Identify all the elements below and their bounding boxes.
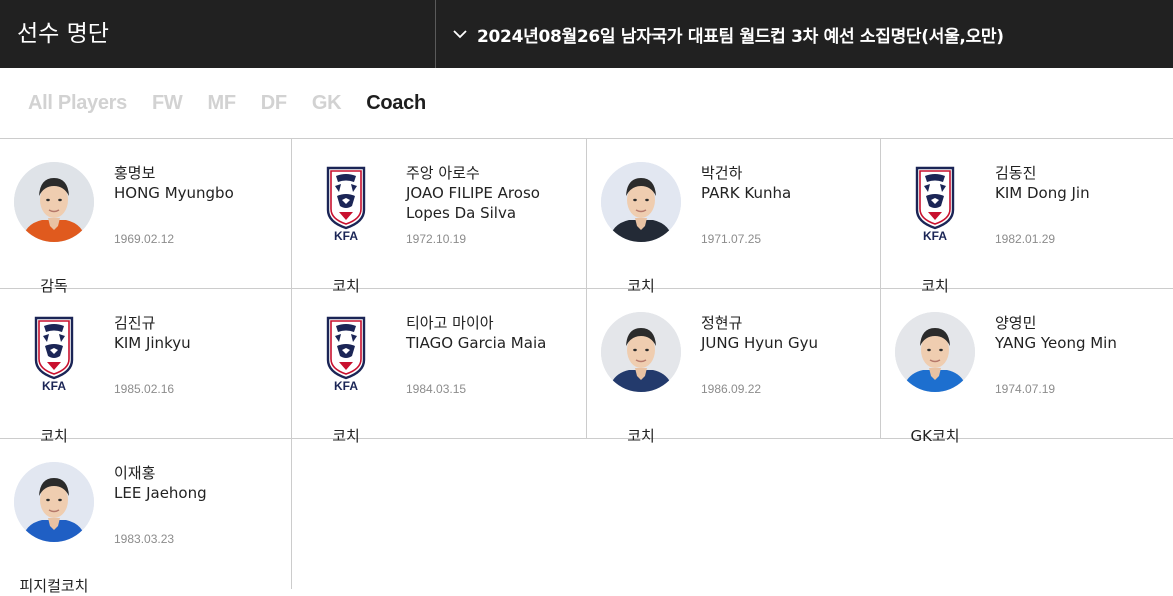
staff-birthdate: 1984.03.15 (406, 382, 467, 396)
tab-fw[interactable]: FW (152, 92, 183, 115)
staff-name-korean: 양영민 (995, 314, 1037, 332)
page-title: 선수 명단 (0, 0, 436, 68)
staff-name-english: LEE Jaehong (114, 484, 207, 502)
kfa-label: KFA (334, 379, 358, 392)
staff-birthdate: 1986.09.22 (701, 382, 762, 396)
kfa-label: KFA (42, 379, 66, 392)
staff-card[interactable]: 코치 정현규 JUNG Hyun Gyu 1986.09.22 (587, 289, 881, 445)
staff-birthdate: 1985.02.16 (114, 382, 175, 396)
photo-column: GK코치 (895, 312, 975, 445)
staff-info: 홍명보 HONG Myungbo (114, 163, 284, 203)
staff-name-korean: 박건하 (701, 164, 743, 182)
staff-name-english: KIM Dong Jin (995, 184, 1090, 202)
kfa-label: KFA (923, 229, 947, 242)
photo-column: 감독 (14, 162, 94, 295)
staff-name-english: YANG Yeong Min (995, 334, 1117, 352)
kfa-logo-icon: KFA (326, 166, 366, 243)
staff-role: 피지컬코치 (19, 577, 89, 595)
staff-name-english: HONG Myungbo (114, 184, 234, 202)
photo-column: KFA 코치 (306, 162, 386, 295)
roster-dropdown-label: 2024년08월26일 남자국가 대표팀 월드컵 3차 예선 소집명단(서울,오… (477, 26, 1004, 47)
staff-name-korean: 김진규 (114, 314, 156, 332)
staff-role: 코치 (332, 427, 360, 445)
staff-name-english: KIM Jinkyu (114, 334, 191, 352)
roster-dropdown[interactable]: 2024년08월26일 남자국가 대표팀 월드컵 3차 예선 소집명단(서울,오… (436, 0, 1173, 68)
staff-birthdate: 1969.02.12 (114, 232, 175, 246)
staff-name-english: JOAO FILIPE Aroso Lopes Da Silva (406, 184, 540, 222)
profile-photo (14, 462, 94, 542)
staff-info: 김동진 KIM Dong Jin (995, 163, 1165, 203)
staff-birthdate: 1972.10.19 (406, 232, 467, 246)
staff-card[interactable]: KFA 코치 주앙 아로수 JOAO FILIPE Aroso Lopes Da S… (292, 139, 587, 295)
staff-name-korean: 이재홍 (114, 464, 156, 482)
tab-mf[interactable]: MF (208, 92, 237, 115)
kfa-logo-icon: KFA (34, 316, 74, 393)
tab-gk[interactable]: GK (312, 92, 342, 115)
staff-card[interactable]: KFA 코치 티아고 마이아 TIAGO Garcia Maia 1984.03.15 (292, 289, 587, 445)
staff-name-korean: 주앙 아로수 (406, 164, 480, 182)
staff-birthdate: 1983.03.23 (114, 532, 175, 546)
staff-name-korean: 김동진 (995, 164, 1037, 182)
position-tabs: All Players FW MF DF GK Coach (0, 68, 1173, 139)
staff-card[interactable]: 코치 박건하 PARK Kunha 1971.07.25 (587, 139, 881, 295)
staff-name-korean: 티아고 마이아 (406, 314, 494, 332)
staff-grid: 감독 홍명보 HONG Myungbo 1969.02.12 KFA 코치 주앙 아로수… (0, 139, 1173, 595)
staff-info: 박건하 PARK Kunha (701, 163, 871, 203)
profile-photo (895, 312, 975, 392)
profile-photo (14, 162, 94, 242)
photo-column: KFA 코치 (895, 162, 975, 295)
tab-coach[interactable]: Coach (366, 92, 426, 115)
staff-role: GK코치 (910, 427, 960, 445)
photo-column: 코치 (601, 312, 681, 445)
kfa-logo-icon: KFA (915, 166, 955, 243)
staff-name-korean: 정현규 (701, 314, 743, 332)
profile-photo (601, 312, 681, 392)
staff-info: 김진규 KIM Jinkyu (114, 313, 284, 353)
staff-info: 이재홍 LEE Jaehong (114, 463, 284, 503)
top-bar: 선수 명단 2024년08월26일 남자국가 대표팀 월드컵 3차 예선 소집명… (0, 0, 1173, 68)
photo-column: KFA 코치 (306, 312, 386, 445)
staff-birthdate: 1971.07.25 (701, 232, 762, 246)
photo-column: 코치 (601, 162, 681, 295)
staff-card[interactable]: GK코치 양영민 YANG Yeong Min 1974.07.19 (881, 289, 1173, 445)
kfa-logo-icon: KFA (326, 316, 366, 393)
staff-birthdate: 1974.07.19 (995, 382, 1056, 396)
photo-column: KFA 코치 (14, 312, 94, 445)
staff-birthdate: 1982.01.29 (995, 232, 1056, 246)
profile-photo (601, 162, 681, 242)
staff-name-korean: 홍명보 (114, 164, 156, 182)
tab-all-players[interactable]: All Players (28, 92, 127, 115)
kfa-label: KFA (334, 229, 358, 242)
staff-info: 티아고 마이아 TIAGO Garcia Maia (406, 313, 576, 353)
staff-role: 코치 (627, 427, 655, 445)
staff-info: 주앙 아로수 JOAO FILIPE Aroso Lopes Da Silva (406, 163, 576, 223)
staff-card[interactable]: 감독 홍명보 HONG Myungbo 1969.02.12 (0, 139, 292, 295)
staff-info: 양영민 YANG Yeong Min (995, 313, 1165, 353)
photo-column: 피지컬코치 (14, 462, 94, 595)
tab-df[interactable]: DF (261, 92, 287, 115)
staff-card[interactable]: 피지컬코치 이재홍 LEE Jaehong 1983.03.23 (0, 439, 292, 595)
staff-card[interactable]: KFA 코치 김진규 KIM Jinkyu 1985.02.16 (0, 289, 292, 445)
staff-info: 정현규 JUNG Hyun Gyu (701, 313, 871, 353)
staff-name-english: TIAGO Garcia Maia (406, 334, 547, 352)
staff-name-english: JUNG Hyun Gyu (701, 334, 818, 352)
staff-card[interactable]: KFA 코치 김동진 KIM Dong Jin 1982.01.29 (881, 139, 1173, 295)
staff-name-english: PARK Kunha (701, 184, 792, 202)
chevron-down-icon (453, 30, 467, 39)
